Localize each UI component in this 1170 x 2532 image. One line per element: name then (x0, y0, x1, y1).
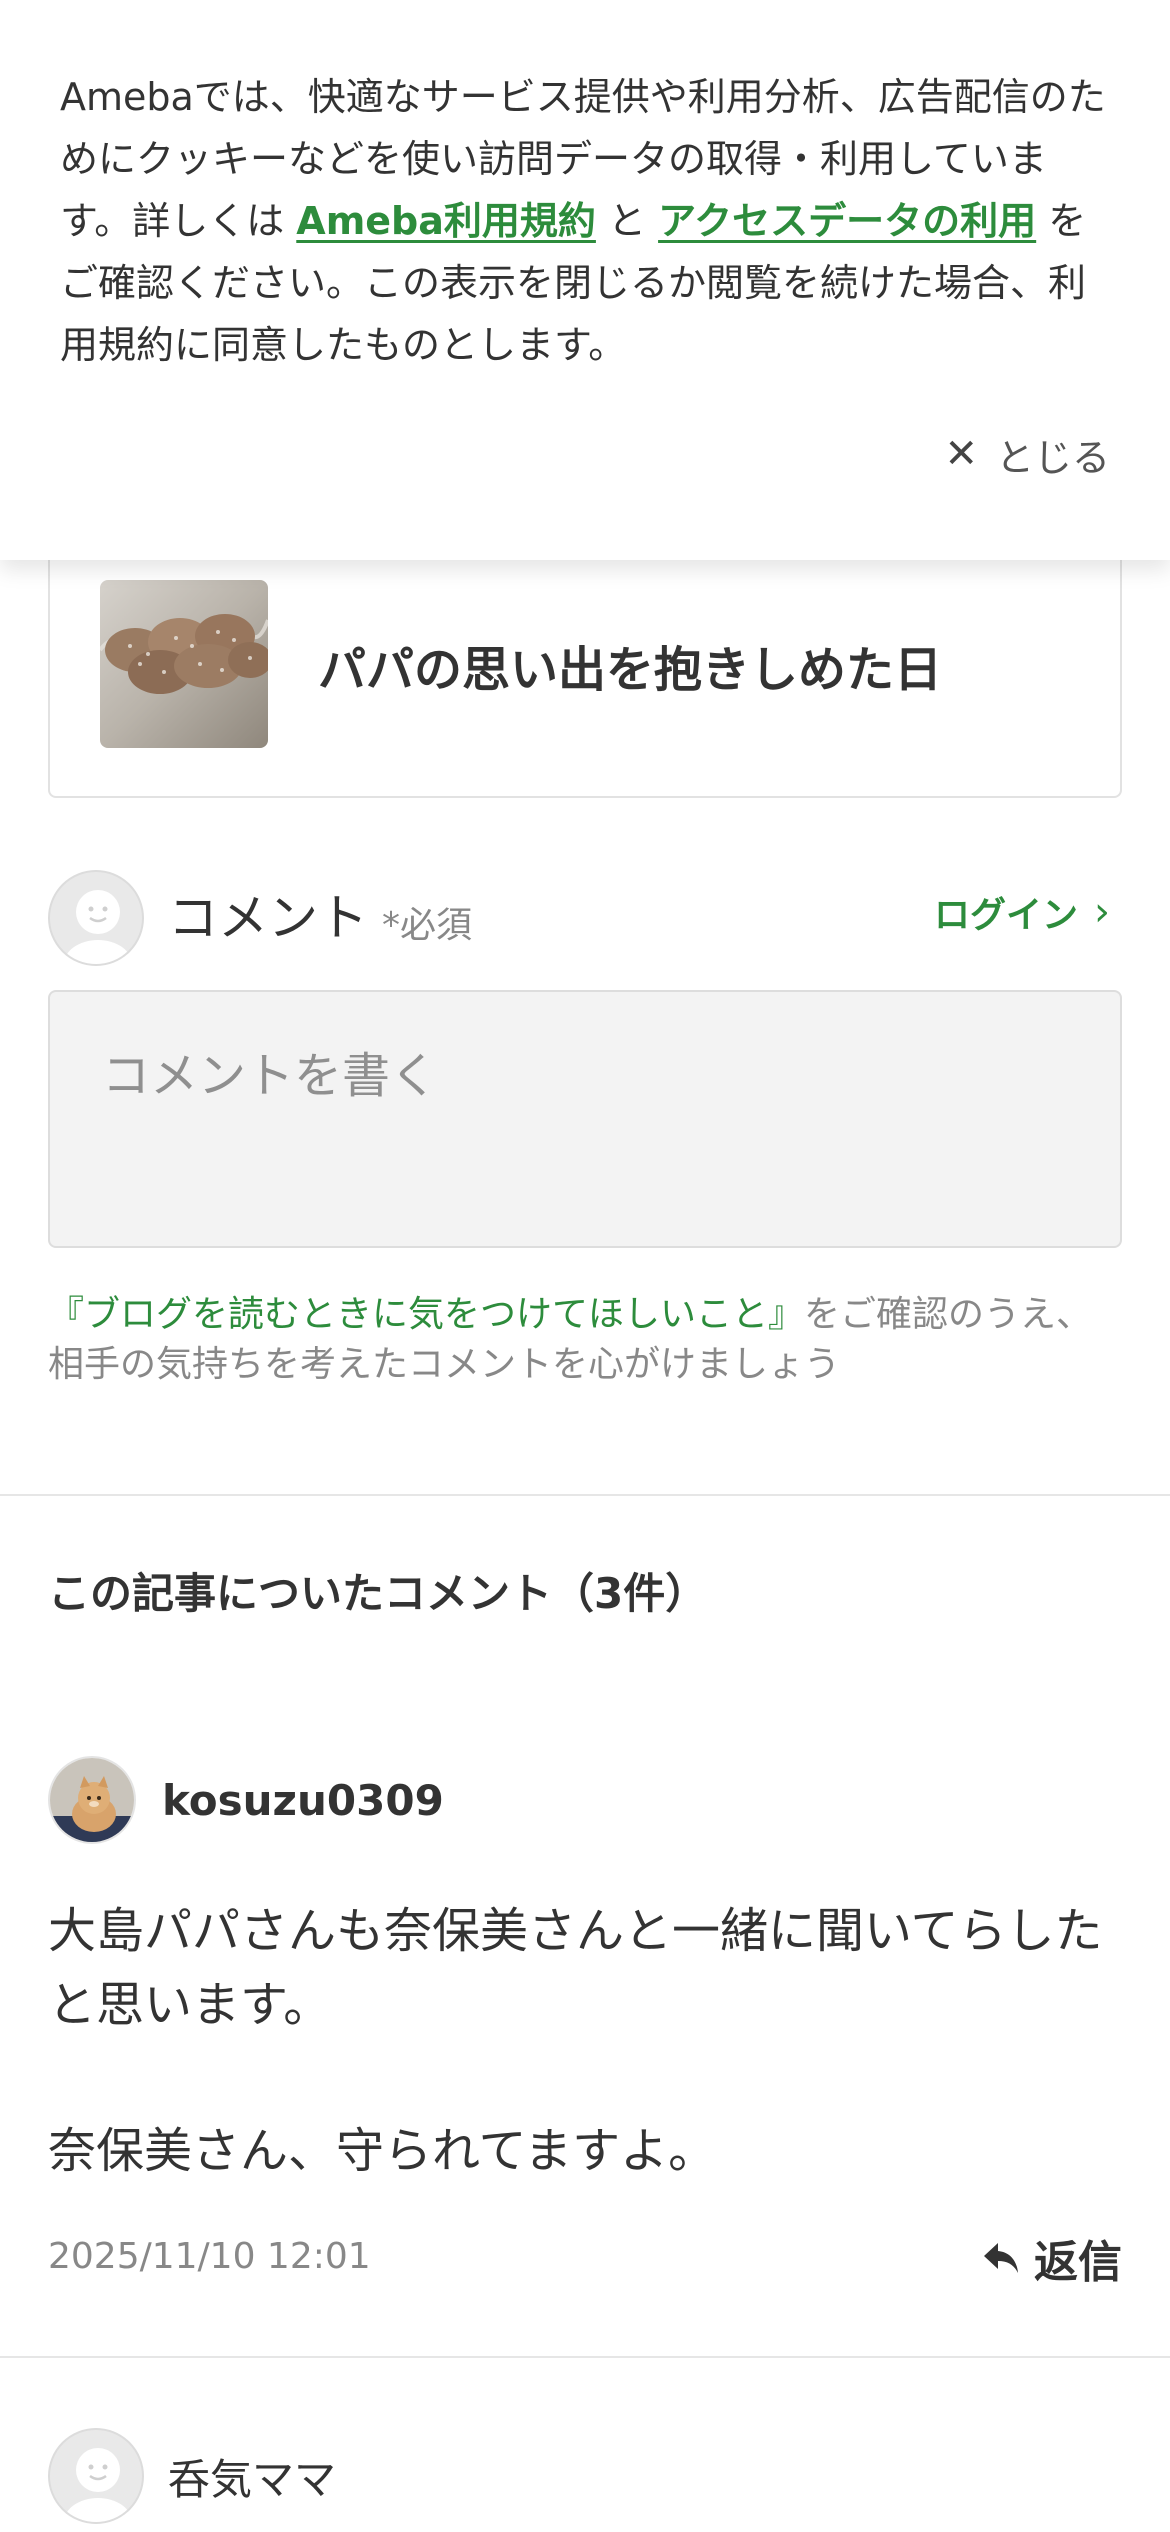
related-post-title[interactable]: パパの思い出を抱きしめた日 (318, 630, 942, 700)
login-label: ログイン (933, 895, 1078, 936)
cookie-close-button[interactable]: ✕ とじる (944, 424, 1110, 484)
reply-button[interactable]: 返信 (982, 2226, 1122, 2290)
terms-link[interactable]: Ameba利用規約 (296, 199, 596, 243)
comment-username[interactable]: kosuzu0309 (162, 1776, 444, 1825)
default-avatar-icon[interactable] (48, 2428, 144, 2524)
related-post-card[interactable]: パパの思い出を抱きしめた日 (48, 520, 1122, 798)
guideline-link[interactable]: 『ブログを読むときに気をつけてほしいこと』 (48, 1294, 804, 1335)
required-label: *必須 (382, 905, 473, 946)
section-divider (0, 1494, 1170, 1496)
user-avatar[interactable] (48, 1756, 136, 1844)
comment-username[interactable]: 呑気ママ (168, 2446, 336, 2507)
access-data-link[interactable]: アクセスデータの利用 (658, 199, 1036, 243)
comment-date: 2025/11/10 12:01 (48, 2236, 371, 2277)
close-icon: ✕ (944, 431, 978, 477)
comment-guideline-notice: 『ブログを読むときに気をつけてほしいこと』をご確認のうえ、相手の気持ちを考えたコ… (48, 1290, 1128, 1390)
bread-photo-icon (100, 580, 268, 748)
reply-label: 返信 (1034, 2237, 1122, 2288)
comment-input[interactable] (48, 990, 1122, 1248)
cookie-close-label: とじる (995, 435, 1110, 480)
default-avatar-icon (48, 870, 144, 966)
comments-section-title: この記事についたコメント（3件） (48, 1569, 708, 1618)
cookie-banner: Amebaでは、快適なサービス提供や利用分析、広告配信のためにクッキーなどを使い… (0, 0, 1170, 560)
post-thumbnail (100, 580, 268, 748)
chevron-right-icon: › (1094, 889, 1110, 935)
cookie-notice-text: Amebaでは、快適なサービス提供や利用分析、広告配信のためにクッキーなどを使い… (60, 75, 1106, 367)
reply-icon (984, 2243, 1018, 2273)
comment-divider (0, 2356, 1170, 2358)
login-link[interactable]: ログイン › (934, 886, 1110, 938)
comment-body-line2: 奈保美さん、守られてますよ。 (48, 2123, 717, 2179)
comment-body-line1: 大島パパさんも奈保美さんと一緒に聞いてらしたと思います。 (48, 1903, 1103, 2033)
cat-avatar-icon (50, 1758, 134, 1842)
comment-label: コメント (168, 889, 368, 947)
